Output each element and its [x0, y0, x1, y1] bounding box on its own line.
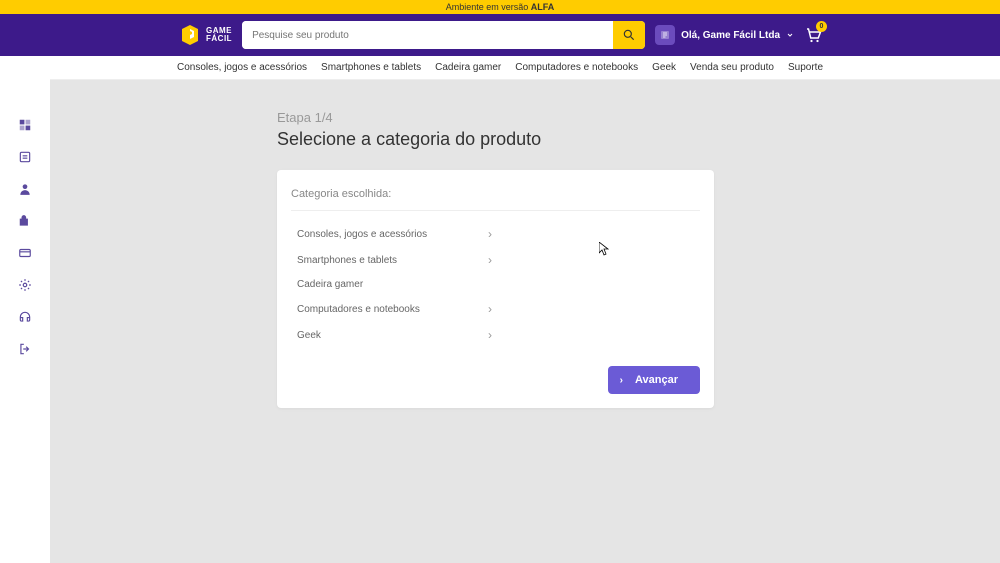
nav-item[interactable]: Computadores e notebooks — [515, 62, 638, 73]
sidebar — [0, 77, 50, 563]
nav-item[interactable]: Geek — [652, 62, 676, 73]
chevron-right-icon: › — [488, 253, 492, 267]
advance-label: Avançar — [635, 374, 678, 386]
sidebar-payments-icon[interactable] — [17, 245, 33, 261]
main-content: Etapa 1/4 Selecione a categoria do produ… — [50, 80, 1000, 408]
user-menu[interactable]: Olá, Game Fácil Ltda — [655, 25, 794, 45]
category-label: Computadores e notebooks — [297, 304, 420, 315]
sidebar-orders-icon[interactable] — [17, 149, 33, 165]
nav-item[interactable]: Consoles, jogos e acessórios — [177, 62, 307, 73]
nav-item[interactable]: Suporte — [788, 62, 823, 73]
category-label: Consoles, jogos e acessórios — [297, 229, 427, 240]
logo-icon — [178, 23, 202, 47]
nav-item[interactable]: Venda seu produto — [690, 62, 774, 73]
chevron-right-icon: › — [488, 328, 492, 342]
logo-line2: FÁCIL — [206, 35, 232, 43]
sidebar-logout-icon[interactable] — [17, 341, 33, 357]
sidebar-products-icon[interactable] — [17, 213, 33, 229]
category-item[interactable]: Consoles, jogos e acessórios › — [297, 221, 492, 247]
chevron-down-icon — [786, 31, 794, 39]
sidebar-dashboard-icon[interactable] — [17, 117, 33, 133]
chevron-right-icon: › — [620, 375, 623, 386]
search-input[interactable] — [242, 21, 613, 49]
logo[interactable]: GAME FÁCIL — [178, 23, 232, 47]
sidebar-settings-icon[interactable] — [17, 277, 33, 293]
category-label: Cadeira gamer — [297, 279, 363, 290]
header: GAME FÁCIL Olá, Game Fácil Ltda 0 — [0, 14, 1000, 56]
nav-item[interactable]: Cadeira gamer — [435, 62, 501, 73]
logo-text: GAME FÁCIL — [206, 27, 232, 43]
step-label: Etapa 1/4 — [277, 110, 1000, 125]
card-footer: › Avançar — [291, 366, 700, 394]
banner-prefix: Ambiente em versão — [446, 2, 531, 12]
category-label: Geek — [297, 330, 321, 341]
category-item[interactable]: Smartphones e tablets › — [297, 247, 492, 273]
category-item[interactable]: Computadores e notebooks › — [297, 296, 492, 322]
category-item[interactable]: Geek › — [297, 322, 492, 348]
search-bar — [242, 21, 645, 49]
search-icon — [622, 28, 636, 42]
user-greeting: Olá, Game Fácil Ltda — [681, 30, 780, 41]
search-button[interactable] — [613, 21, 645, 49]
alpha-banner: Ambiente em versão ALFA — [0, 0, 1000, 14]
chevron-right-icon: › — [488, 227, 492, 241]
category-card: Categoria escolhida: Consoles, jogos e a… — [277, 170, 714, 408]
user-avatar-icon — [655, 25, 675, 45]
category-list: Consoles, jogos e acessórios › Smartphon… — [291, 211, 700, 358]
page-title: Selecione a categoria do produto — [277, 129, 1000, 150]
advance-button[interactable]: › Avançar — [608, 366, 700, 394]
category-item[interactable]: Cadeira gamer — [297, 273, 492, 296]
main-nav: Consoles, jogos e acessórios Smartphones… — [0, 56, 1000, 80]
category-label: Smartphones e tablets — [297, 255, 397, 266]
sidebar-support-icon[interactable] — [17, 309, 33, 325]
sidebar-profile-icon[interactable] — [17, 181, 33, 197]
cart-badge: 0 — [816, 21, 827, 32]
nav-item[interactable]: Smartphones e tablets — [321, 62, 421, 73]
card-header: Categoria escolhida: — [291, 188, 700, 211]
chevron-right-icon: › — [488, 302, 492, 316]
banner-bold: ALFA — [531, 2, 555, 12]
cart-button[interactable]: 0 — [804, 26, 822, 44]
